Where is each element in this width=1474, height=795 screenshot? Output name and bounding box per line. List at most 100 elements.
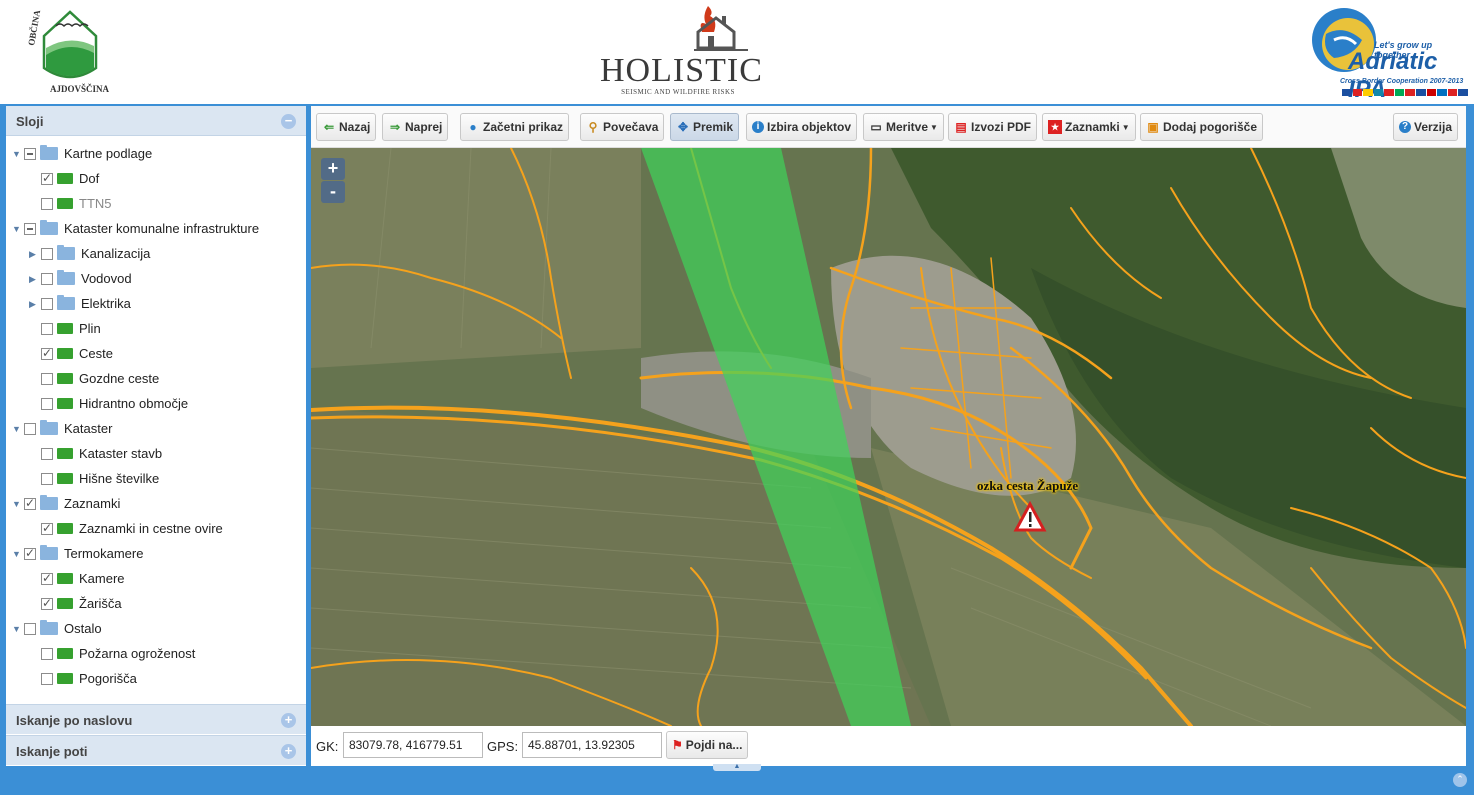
layer-checkbox[interactable] — [41, 272, 53, 285]
layer-tree-item[interactable]: Hidrantno območje — [6, 391, 306, 416]
expand-arrow-icon[interactable]: ▼ — [12, 498, 24, 510]
layer-checkbox[interactable] — [41, 597, 53, 610]
expand-icon[interactable]: + — [281, 713, 296, 728]
layer-checkbox[interactable] — [41, 397, 53, 410]
layer-tree-item[interactable]: Dof — [6, 166, 306, 191]
layer-tree-item[interactable]: Plin — [6, 316, 306, 341]
layer-icon — [54, 573, 73, 586]
collapse-icon[interactable]: − — [281, 114, 296, 129]
expand-arrow-icon[interactable]: ▼ — [12, 223, 24, 235]
layer-icon — [54, 673, 73, 686]
zoom-in-button[interactable]: + — [321, 158, 345, 180]
layer-tree-item[interactable]: ▼ Kataster komunalne infrastrukture — [6, 216, 306, 241]
add-burned-area-label: Dodaj pogorišče — [1163, 120, 1258, 134]
layer-tree-item[interactable]: ▶ Elektrika — [6, 291, 306, 316]
layer-checkbox[interactable] — [41, 297, 53, 310]
layer-checkbox[interactable] — [41, 672, 53, 685]
forward-button[interactable]: ⇒ Naprej — [382, 113, 449, 141]
layer-tree-item[interactable]: TTN5 — [6, 191, 306, 216]
initial-view-button[interactable]: ● Začetni prikaz — [460, 113, 570, 141]
scroll-up-icon[interactable]: ⌃ — [1453, 773, 1467, 787]
footer-expand-tab[interactable]: ▲ — [713, 763, 761, 771]
route-search-panel-header[interactable]: Iskanje poti + — [6, 735, 306, 765]
layer-checkbox[interactable] — [24, 622, 36, 635]
layer-label: Gozdne ceste — [79, 371, 160, 386]
layer-checkbox[interactable] — [24, 222, 36, 235]
layer-checkbox[interactable] — [41, 647, 53, 660]
expand-arrow-icon[interactable]: ▼ — [12, 423, 24, 435]
layer-checkbox[interactable] — [41, 347, 53, 360]
layer-checkbox[interactable] — [41, 447, 53, 460]
collapsed-arrow-icon[interactable]: ▶ — [29, 298, 41, 310]
layer-tree-item[interactable]: ▼ Termokamere — [6, 541, 306, 566]
goto-button[interactable]: ⚑ Pojdi na... — [666, 731, 749, 759]
layer-icon — [54, 198, 73, 211]
collapsed-arrow-icon[interactable]: ▶ — [29, 248, 41, 260]
chevron-down-icon: ▼ — [930, 122, 938, 132]
expand-arrow-icon[interactable]: ▼ — [12, 548, 24, 560]
folder-icon — [40, 620, 58, 635]
address-search-panel-header[interactable]: Iskanje po naslovu + — [6, 704, 306, 734]
folder-icon — [40, 145, 58, 160]
bookmarks-dropdown[interactable]: ★ Zaznamki ▼ — [1042, 113, 1136, 141]
layers-panel-header[interactable]: Sloji − — [6, 106, 306, 136]
layer-checkbox[interactable] — [24, 147, 36, 160]
layer-checkbox[interactable] — [41, 372, 53, 385]
measurements-dropdown[interactable]: ▭ Meritve ▼ — [863, 113, 944, 141]
export-pdf-button[interactable]: ▤ Izvozi PDF — [948, 113, 1038, 141]
layer-label: TTN5 — [79, 196, 112, 211]
expand-icon[interactable]: + — [281, 744, 296, 759]
layer-tree-item[interactable]: Hišne številke — [6, 466, 306, 491]
version-button[interactable]: ? Verzija — [1393, 113, 1459, 141]
layer-tree-item[interactable]: ▼ Kataster — [6, 416, 306, 441]
layer-tree-item[interactable]: ▼ Ostalo — [6, 616, 306, 641]
collapsed-arrow-icon[interactable]: ▶ — [29, 273, 41, 285]
layer-tree-item[interactable]: Ceste — [6, 341, 306, 366]
layer-tree-item[interactable]: Kataster stavb — [6, 441, 306, 466]
layer-tree-item[interactable]: Gozdne ceste — [6, 366, 306, 391]
layer-tree-item[interactable]: ▼ Zaznamki — [6, 491, 306, 516]
layer-checkbox[interactable] — [41, 472, 53, 485]
layer-tree-item[interactable]: ▼ Kartne podlage — [6, 141, 306, 166]
layer-label: Termokamere — [64, 546, 144, 561]
layer-checkbox[interactable] — [41, 172, 53, 185]
select-objects-button[interactable]: i Izbira objektov — [746, 113, 858, 141]
layer-checkbox[interactable] — [41, 247, 53, 260]
gk-coordinate-field[interactable]: 83079.78, 416779.51 — [343, 732, 483, 758]
layer-label: Hidrantno območje — [79, 396, 189, 411]
layer-label: Zaznamki — [64, 496, 121, 511]
layer-tree-item[interactable]: Kamere — [6, 566, 306, 591]
expand-arrow-icon[interactable]: ▼ — [12, 148, 24, 160]
layer-checkbox[interactable] — [24, 422, 36, 435]
bookmark-icon: ★ — [1048, 120, 1062, 134]
layer-tree: ▼ Kartne podlage Dof TTN5 ▼ Kataster komunaln… — [6, 136, 306, 706]
zoom-button[interactable]: ⚲ Povečava — [580, 113, 665, 141]
layer-checkbox[interactable] — [24, 547, 36, 560]
folder-icon — [57, 270, 75, 285]
map-canvas[interactable]: + - ozka cesta Žapuže — [311, 148, 1466, 726]
layer-tree-item[interactable]: Pogorišča — [6, 666, 306, 691]
zoom-out-button[interactable]: - — [321, 181, 345, 203]
layer-checkbox[interactable] — [41, 197, 53, 210]
back-button[interactable]: ⇐ Nazaj — [316, 113, 377, 141]
marker-label: ozka cesta Žapuže — [977, 478, 1079, 493]
gps-label: GPS: — [487, 739, 519, 754]
layer-checkbox[interactable] — [41, 322, 53, 335]
layer-tree-item[interactable]: Zaznamki in cestne ovire — [6, 516, 306, 541]
layer-checkbox[interactable] — [41, 522, 53, 535]
layer-checkbox[interactable] — [24, 497, 36, 510]
add-burned-area-button[interactable]: ▣ Dodaj pogorišče — [1140, 113, 1264, 141]
layer-tree-item[interactable]: Žarišča — [6, 591, 306, 616]
layer-label: Ceste — [79, 346, 113, 361]
gps-coordinate-field[interactable]: 45.88701, 13.92305 — [522, 732, 662, 758]
layer-tree-item[interactable]: Požarna ogroženost — [6, 641, 306, 666]
expand-arrow-icon[interactable]: ▼ — [12, 623, 24, 635]
layer-tree-item[interactable]: ▶ Vodovod — [6, 266, 306, 291]
layer-tree-item[interactable]: ▶ Kanalizacija — [6, 241, 306, 266]
layer-checkbox[interactable] — [41, 572, 53, 585]
layer-icon — [54, 323, 73, 336]
pan-button[interactable]: ✥ Premik — [670, 113, 740, 141]
